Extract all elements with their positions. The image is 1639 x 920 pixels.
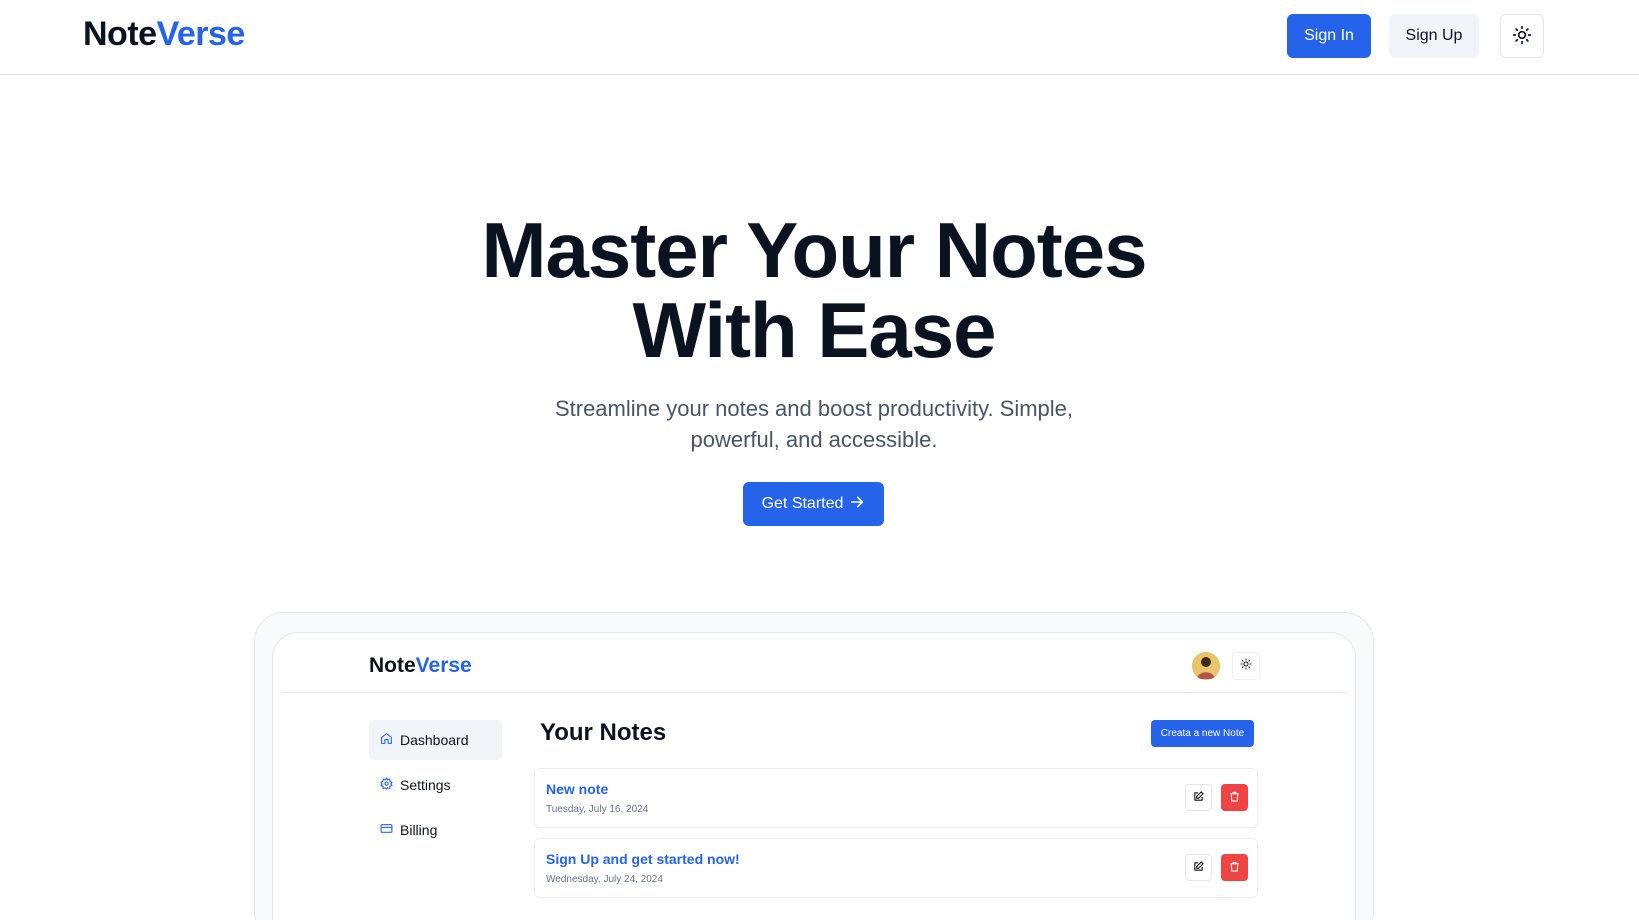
delete-note-button[interactable]	[1221, 854, 1248, 881]
notes-page-title: Your Notes	[540, 719, 667, 746]
preview-logo-text-verse: Verse	[415, 654, 472, 677]
preview-logo-text-note: Note	[369, 654, 416, 677]
note-date: Wednesday, July 24, 2024	[546, 874, 663, 885]
sun-icon	[1240, 657, 1252, 675]
edit-note-button[interactable]	[1185, 784, 1212, 811]
sidebar-item-label: Settings	[400, 777, 451, 793]
avatar[interactable]	[1192, 652, 1220, 680]
sidebar-item-billing[interactable]: Billing	[369, 810, 502, 850]
list-item[interactable]: New note Tuesday, July 16, 2024	[534, 768, 1258, 828]
list-item[interactable]: Sign Up and get started now! Wednesday, …	[534, 838, 1258, 898]
get-started-button[interactable]: Get Started	[743, 482, 884, 526]
create-note-button[interactable]: Creata a new Note	[1151, 720, 1254, 747]
preview-theme-toggle[interactable]	[1232, 652, 1260, 680]
gear-icon	[380, 777, 393, 793]
hero-subtitle-line-1: Streamline your notes and boost producti…	[554, 396, 1074, 421]
sidebar-item-dashboard[interactable]: Dashboard	[369, 720, 502, 760]
preview-brand-logo[interactable]: NoteVerse	[369, 654, 472, 678]
get-started-label: Get Started	[761, 495, 844, 512]
home-icon	[380, 732, 393, 748]
hero-title: Master Your Notes With Ease	[0, 210, 1628, 370]
logo-text-verse: Verse	[156, 15, 246, 53]
top-navbar: NoteVerse Sign In Sign Up	[0, 0, 1639, 75]
edit-note-button[interactable]	[1185, 854, 1212, 881]
note-title[interactable]: Sign Up and get started now!	[546, 850, 740, 868]
edit-icon	[1193, 790, 1204, 805]
sidebar-item-label: Billing	[400, 822, 438, 838]
hero-subtitle-line-2: powerful, and accessible.	[690, 427, 938, 452]
hero-title-line-1: Master Your Notes	[481, 206, 1148, 294]
note-title[interactable]: New note	[546, 780, 608, 798]
delete-note-button[interactable]	[1221, 784, 1248, 811]
edit-icon	[1193, 860, 1204, 875]
trash-icon	[1229, 860, 1240, 875]
brand-logo[interactable]: NoteVerse	[83, 14, 245, 54]
sign-in-button[interactable]: Sign In	[1287, 14, 1371, 58]
preview-header-divider	[282, 692, 1346, 693]
arrow-right-icon	[849, 494, 865, 515]
note-date: Tuesday, July 16, 2024	[546, 804, 649, 815]
logo-text-note: Note	[83, 15, 157, 53]
theme-toggle-button[interactable]	[1500, 14, 1544, 58]
hero-title-line-2: With Ease	[632, 286, 996, 374]
sidebar-item-label: Dashboard	[400, 732, 469, 748]
hero-subtitle: Streamline your notes and boost producti…	[0, 393, 1628, 455]
credit-card-icon	[380, 822, 393, 838]
sidebar-item-settings[interactable]: Settings	[369, 765, 502, 805]
sign-up-button[interactable]: Sign Up	[1389, 14, 1479, 58]
sun-icon	[1512, 25, 1532, 48]
trash-icon	[1229, 790, 1240, 805]
